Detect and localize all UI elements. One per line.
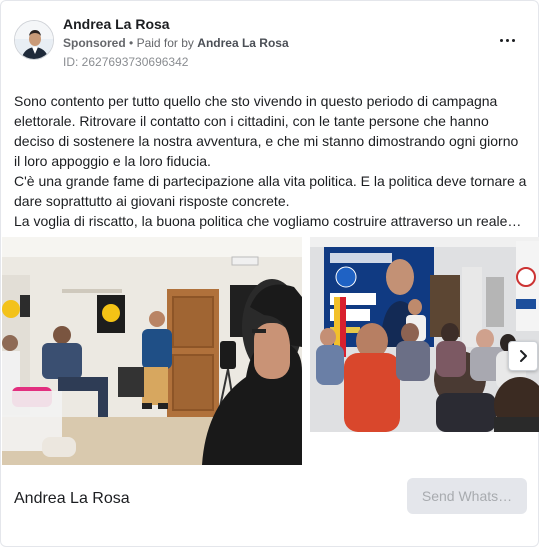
body-paragraph: La voglia di riscatto, la buona politica…	[14, 213, 522, 229]
footer-page-name: Andrea La Rosa	[14, 490, 130, 507]
more-options-button[interactable]	[496, 29, 518, 51]
advertiser-name[interactable]: Andrea La Rosa	[63, 16, 170, 32]
sponsored-line: Sponsored • Paid for by Andrea La Rosa	[63, 36, 289, 50]
media-carousel[interactable]	[2, 237, 539, 465]
more-dot-icon	[499, 38, 503, 42]
ad-card: Andrea La Rosa Sponsored • Paid for by A…	[0, 0, 539, 547]
more-dot-icon	[511, 38, 515, 42]
meeting-room-image	[2, 237, 302, 465]
avatar-photo	[15, 21, 53, 59]
carousel-next-button[interactable]	[508, 341, 538, 371]
ad-body-text: Sono contento per tutto quello che sto v…	[14, 91, 528, 231]
separator-dot: •	[129, 36, 134, 50]
carousel-photo-meeting-room[interactable]	[2, 237, 302, 465]
carousel-photo-rally[interactable]	[310, 237, 539, 432]
body-paragraph: Sono contento per tutto quello che sto v…	[14, 93, 519, 169]
advertiser-avatar[interactable]	[14, 20, 54, 60]
sponsored-label: Sponsored	[63, 36, 126, 50]
payer-name[interactable]: Andrea La Rosa	[197, 36, 288, 50]
more-dot-icon	[505, 38, 509, 42]
body-paragraph: C'è una grande fame di partecipazione al…	[14, 173, 527, 209]
send-whatsapp-button[interactable]: Send Whats…	[407, 478, 527, 514]
paid-for-prefix: Paid for by	[136, 36, 194, 50]
chevron-right-icon	[520, 350, 527, 362]
library-id: ID: 2627693730696342	[63, 55, 189, 69]
rally-image	[310, 237, 539, 432]
